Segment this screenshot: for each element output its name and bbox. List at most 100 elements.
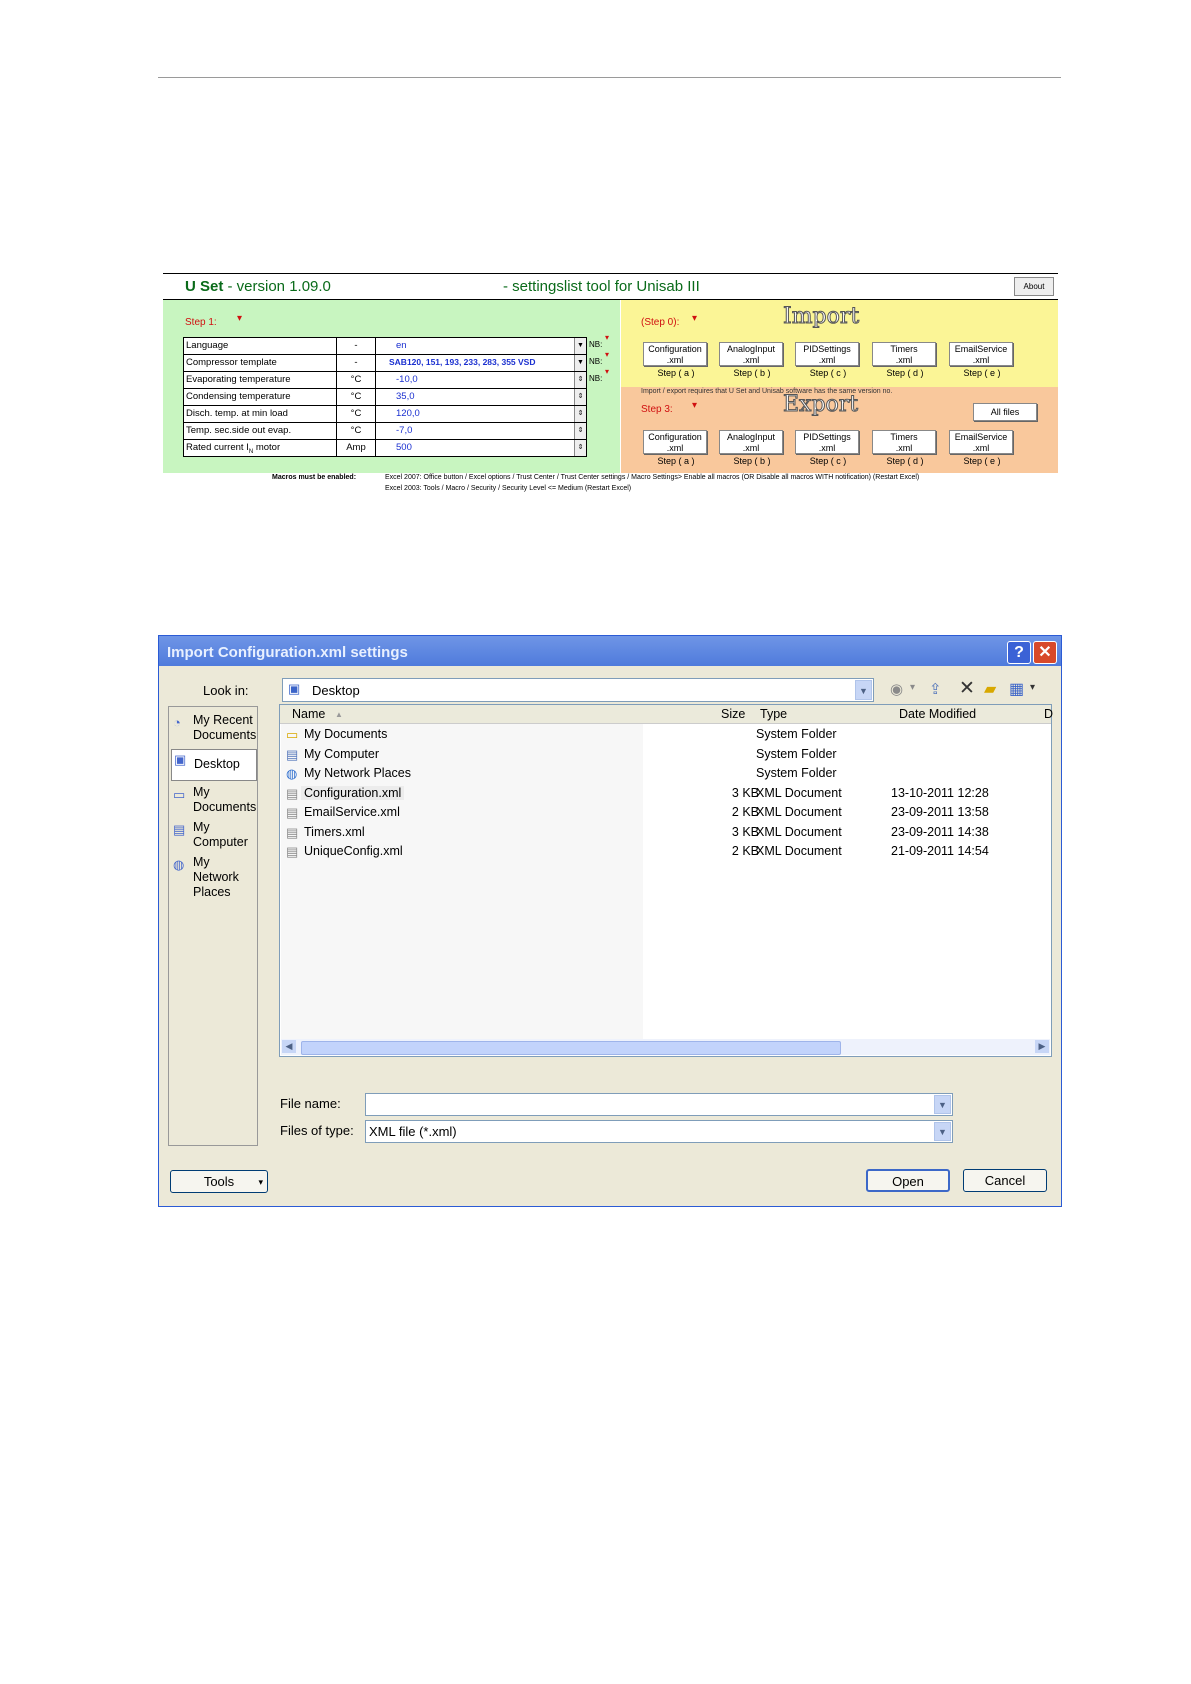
export-step-label: Step ( e ) <box>963 456 1001 466</box>
file-row[interactable]: ▭ My Documents System Folder <box>280 725 1051 744</box>
button-line2: .xml <box>742 355 760 365</box>
param-unit: - <box>336 338 376 354</box>
delete-icon[interactable]: ✕ <box>959 677 975 700</box>
import-export-area: (Step 0): ▾ Import Configuration .xml Step… <box>621 300 1058 473</box>
file-type: XML Document <box>756 824 842 839</box>
param-dropdown-icon[interactable]: ▼ <box>574 338 586 354</box>
param-row: Rated current IN motor Amp 500 ⇕ <box>183 439 587 457</box>
column-type[interactable]: Type <box>760 707 787 721</box>
files-of-type-dropdown-icon[interactable]: ▼ <box>934 1122 951 1141</box>
param-spinner-icon[interactable]: ⇕ <box>574 372 586 388</box>
param-value[interactable]: 120,0 <box>396 408 420 419</box>
place-my-recent-documents[interactable]: ◔ My Recent Documents <box>171 713 256 745</box>
param-name: Condensing temperature <box>186 391 291 402</box>
scroll-thumb[interactable] <box>301 1041 841 1055</box>
back-dropdown-icon[interactable]: ▾ <box>910 682 915 693</box>
import-button-pidsettings[interactable]: PIDSettings .xml <box>795 342 859 366</box>
column-size[interactable]: Size <box>721 707 745 721</box>
files-of-type-select[interactable]: XML file (*.xml) ▼ <box>365 1120 953 1143</box>
look-in-combo[interactable]: ▣ Desktop ▼ <box>282 678 874 702</box>
export-step-label: Step ( c ) <box>809 456 847 466</box>
place-label: My Documents <box>193 785 257 814</box>
uset-panel: U Set - version 1.09.0 - settingslist to… <box>163 273 1058 473</box>
column-name[interactable]: Name <box>292 707 325 721</box>
param-value[interactable]: 35,0 <box>396 391 415 402</box>
param-dropdown-icon[interactable]: ▼ <box>574 355 586 371</box>
import-wordart: Import <box>782 304 860 330</box>
export-button-pidsettings[interactable]: PIDSettings .xml <box>795 430 859 454</box>
import-button-configuration[interactable]: Configuration .xml <box>643 342 707 366</box>
scroll-left-icon[interactable]: ◀ <box>282 1040 296 1053</box>
param-unit: °C <box>336 372 376 388</box>
export-wordart: Export <box>782 392 859 418</box>
param-nb-note: NB: <box>589 374 603 383</box>
look-in-label: Look in: <box>203 683 249 698</box>
macros-line-2007: Excel 2007: Office button / Excel option… <box>385 474 920 481</box>
help-icon[interactable]: ? <box>1007 641 1031 664</box>
file-row[interactable]: ▤ Configuration.xml 3 KB XML Document 13-10-… <box>280 784 1051 803</box>
tools-button[interactable]: Tools ▾ <box>170 1170 268 1193</box>
step0-label: (Step 0): <box>641 317 680 328</box>
file-name: Timers.xml <box>304 824 365 839</box>
export-all-files-button[interactable]: All files <box>973 403 1037 421</box>
computer-icon: ▤ <box>286 746 299 762</box>
import-button-emailservice[interactable]: EmailService .xml <box>949 342 1013 366</box>
file-row[interactable]: ▤ My Computer System Folder <box>280 745 1051 764</box>
import-step-label: Step ( c ) <box>809 368 847 378</box>
place-my-network-places[interactable]: ◍ My Network Places <box>171 855 255 899</box>
column-date[interactable]: Date Modified <box>899 707 976 721</box>
up-folder-icon[interactable]: ⇪ <box>929 680 942 698</box>
export-button-analoginput[interactable]: AnalogInput .xml <box>719 430 783 454</box>
param-spinner-icon[interactable]: ⇕ <box>574 423 586 439</box>
file-name-dropdown-icon[interactable]: ▼ <box>934 1095 951 1114</box>
button-line1: Configuration <box>648 432 702 442</box>
param-spinner-icon[interactable]: ⇕ <box>574 389 586 405</box>
param-value[interactable]: 500 <box>396 442 412 453</box>
import-button-timers[interactable]: Timers .xml <box>872 342 936 366</box>
horizontal-scrollbar[interactable]: ◀ ▶ <box>281 1039 1050 1055</box>
param-value[interactable]: -10,0 <box>396 374 418 385</box>
dialog-title: Import Configuration.xml settings <box>167 644 408 661</box>
file-name: EmailService.xml <box>304 805 400 819</box>
close-icon[interactable]: ✕ <box>1033 641 1057 664</box>
file-name-label: File name: <box>280 1096 341 1111</box>
file-row[interactable]: ◍ My Network Places System Folder <box>280 764 1051 783</box>
place-my-computer[interactable]: ▤ My Computer <box>171 820 255 852</box>
step3-label: Step 3: <box>641 404 673 415</box>
param-comment-marker: ▾ <box>605 333 610 342</box>
place-label: Desktop <box>194 757 240 771</box>
file-type: System Folder <box>756 766 837 780</box>
xml-file-icon: ▤ <box>286 844 299 859</box>
export-button-emailservice[interactable]: EmailService .xml <box>949 430 1013 454</box>
place-my-documents[interactable]: ▭ My Documents <box>171 785 257 817</box>
file-name-input[interactable]: ▼ <box>365 1093 953 1116</box>
scroll-right-icon[interactable]: ▶ <box>1035 1040 1049 1053</box>
about-button[interactable]: About <box>1014 277 1054 296</box>
button-line1: PIDSettings <box>803 344 851 354</box>
new-folder-icon[interactable]: ▰ <box>984 679 996 699</box>
file-size: 2 KB <box>731 844 759 858</box>
back-icon[interactable]: ◉ <box>890 680 903 698</box>
param-spinner-icon[interactable]: ⇕ <box>574 406 586 422</box>
file-row[interactable]: ▤ EmailService.xml 2 KB XML Document 23-09-2… <box>280 803 1051 822</box>
import-button-analoginput[interactable]: AnalogInput .xml <box>719 342 783 366</box>
file-date: 21-09-2011 14:54 <box>891 844 989 858</box>
param-value[interactable]: SAB120, 151, 193, 233, 283, 355 VSD <box>389 357 536 367</box>
file-date: 23-09-2011 14:38 <box>891 824 989 839</box>
column-extra[interactable]: D <box>1044 707 1053 721</box>
sort-up-icon: ▲ <box>335 710 343 719</box>
export-button-timers[interactable]: Timers .xml <box>872 430 936 454</box>
export-step-label: Step ( d ) <box>886 456 924 466</box>
views-dropdown-icon[interactable]: ▾ <box>1030 682 1035 693</box>
param-value[interactable]: -7,0 <box>396 425 412 436</box>
file-row[interactable]: ▤ UniqueConfig.xml 2 KB XML Document 21-09-2… <box>280 842 1051 861</box>
file-row[interactable]: ▤ Timers.xml 3 KB XML Document 23-09-2011 14… <box>280 823 1051 842</box>
chevron-down-icon[interactable]: ▼ <box>855 680 872 700</box>
param-value[interactable]: en <box>396 340 407 351</box>
place-desktop[interactable]: ▣ Desktop <box>171 749 257 781</box>
views-icon[interactable]: ▦ <box>1009 679 1024 699</box>
param-spinner-icon[interactable]: ⇕ <box>574 440 586 456</box>
cancel-button[interactable]: Cancel <box>963 1169 1047 1192</box>
open-button[interactable]: Open <box>866 1169 950 1192</box>
export-button-configuration[interactable]: Configuration .xml <box>643 430 707 454</box>
